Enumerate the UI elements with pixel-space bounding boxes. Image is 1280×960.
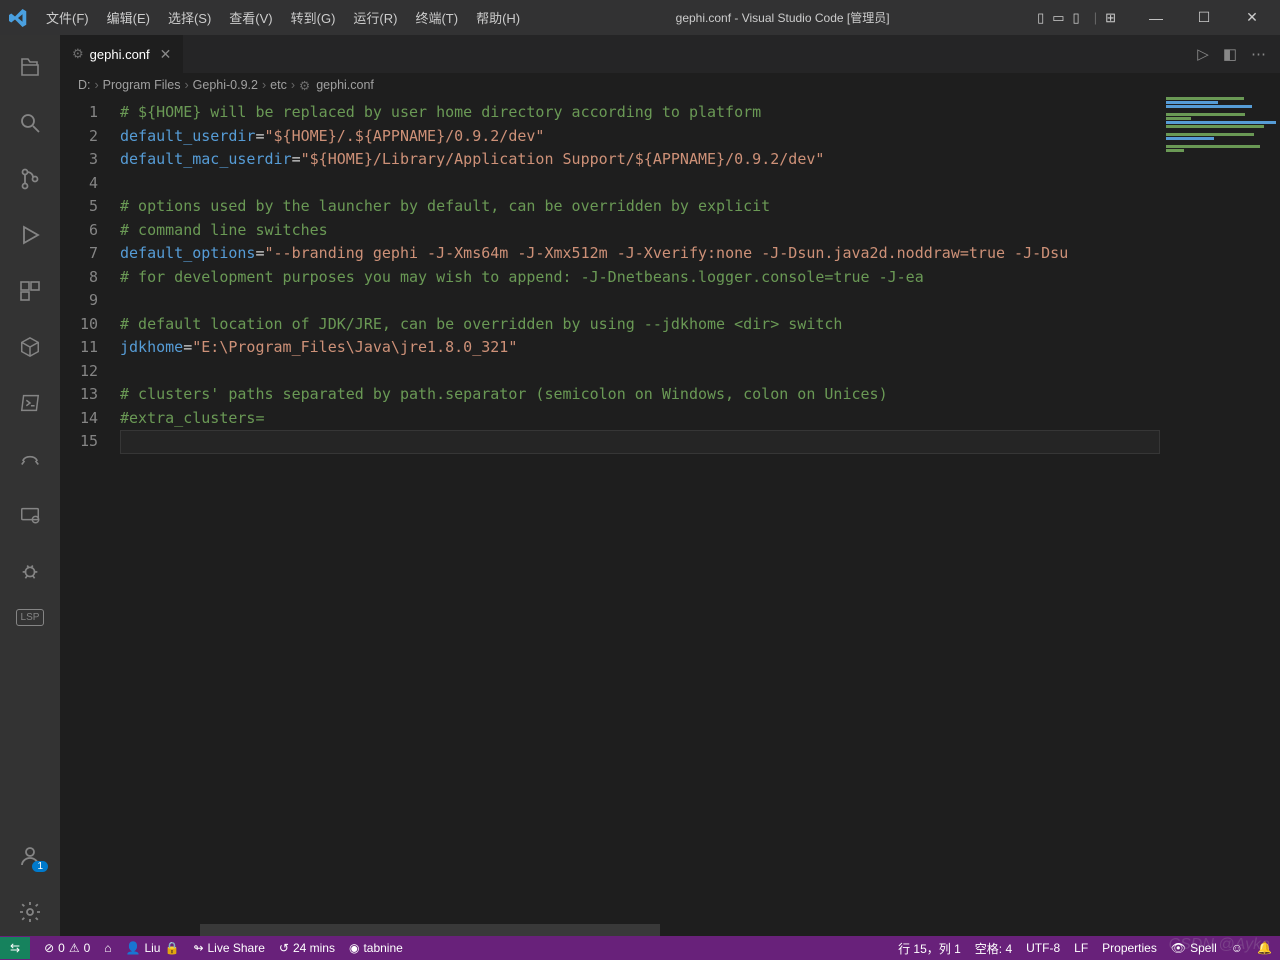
encoding[interactable]: UTF-8 xyxy=(1026,941,1060,955)
menu-selection[interactable]: 选择(S) xyxy=(160,4,219,31)
timer-indicator[interactable]: ↺24 mins xyxy=(279,941,335,955)
panel-left-icon[interactable]: ▯ xyxy=(1037,10,1044,26)
breadcrumb[interactable]: D:› Program Files› Gephi-0.9.2› etc› ⚙ g… xyxy=(60,73,1280,97)
watermark: CSDN @Ayka xyxy=(1169,936,1270,954)
language-mode[interactable]: Properties xyxy=(1102,941,1157,955)
error-icon: ⊘ xyxy=(44,941,54,955)
user-indicator[interactable]: 👤Liu 🔒 xyxy=(126,941,180,955)
panel-right-icon[interactable]: ▯ xyxy=(1073,10,1080,26)
minimize-button[interactable]: — xyxy=(1136,3,1176,33)
settings-file-icon: ⚙ xyxy=(72,46,84,62)
lsp-icon[interactable]: LSP xyxy=(16,609,45,626)
bug-icon[interactable] xyxy=(6,547,54,595)
source-control-icon[interactable] xyxy=(6,155,54,203)
menu-edit[interactable]: 编辑(E) xyxy=(99,4,158,31)
home-icon[interactable]: ⌂ xyxy=(104,941,111,955)
breadcrumb-item[interactable]: etc xyxy=(270,78,287,92)
powershell-icon[interactable] xyxy=(6,379,54,427)
split-editor-icon[interactable]: ◧ xyxy=(1223,45,1237,63)
menu-help[interactable]: 帮助(H) xyxy=(468,4,528,31)
explorer-icon[interactable] xyxy=(6,43,54,91)
indentation[interactable]: 空格: 4 xyxy=(975,940,1012,957)
editor[interactable]: 123456789101112131415 # ${HOME} will be … xyxy=(60,97,1280,936)
menu-view[interactable]: 查看(V) xyxy=(221,4,280,31)
settings-gear-icon[interactable] xyxy=(6,888,54,936)
remote-indicator[interactable]: ⇆ xyxy=(0,937,30,959)
run-icon[interactable]: ▷ xyxy=(1197,45,1209,63)
maximize-button[interactable]: ☐ xyxy=(1184,3,1224,33)
more-actions-icon[interactable]: ⋯ xyxy=(1251,45,1266,63)
panel-bottom-icon[interactable]: ▭ xyxy=(1052,10,1064,26)
minimap[interactable] xyxy=(1160,97,1280,936)
clock-icon: ↺ xyxy=(279,941,289,955)
tab-bar: ⚙ gephi.conf ✕ ▷ ◧ ⋯ xyxy=(60,35,1280,73)
breadcrumb-item[interactable]: D: xyxy=(78,78,91,92)
horizontal-scrollbar[interactable] xyxy=(200,924,660,936)
liveshare-small-icon: ↬ xyxy=(193,941,203,955)
close-tab-icon[interactable]: ✕ xyxy=(160,46,172,63)
tab-gephi-conf[interactable]: ⚙ gephi.conf ✕ xyxy=(60,35,183,73)
title-bar: 文件(F) 编辑(E) 选择(S) 查看(V) 转到(G) 运行(R) 终端(T… xyxy=(0,0,1280,35)
menu-terminal[interactable]: 终端(T) xyxy=(407,4,466,31)
remote-icon: ⇆ xyxy=(10,941,20,955)
menu-go[interactable]: 转到(G) xyxy=(283,4,344,31)
line-number-gutter: 123456789101112131415 xyxy=(60,97,120,936)
extensions-icon[interactable] xyxy=(6,267,54,315)
text-editor[interactable]: # ${HOME} will be replaced by user home … xyxy=(120,97,1160,936)
menu-run[interactable]: 运行(R) xyxy=(345,4,405,31)
activity-bar: LSP 1 xyxy=(0,35,60,936)
problems-indicator[interactable]: ⊘0 ⚠0 xyxy=(44,941,90,955)
tabnine-icon: ◉ xyxy=(349,941,359,955)
window-title: gephi.conf - Visual Studio Code [管理员] xyxy=(528,9,1037,26)
editor-group: ⚙ gephi.conf ✕ ▷ ◧ ⋯ D:› Program Files› … xyxy=(60,35,1280,936)
customize-layout-icon[interactable]: ⊞ xyxy=(1105,10,1116,26)
warning-icon: ⚠ xyxy=(69,941,80,955)
breadcrumb-item[interactable]: Gephi-0.9.2 xyxy=(193,78,258,92)
menu-file[interactable]: 文件(F) xyxy=(38,4,97,31)
layout-controls: ▯ ▭ ▯ | ⊞ xyxy=(1037,10,1116,26)
settings-file-icon: ⚙ xyxy=(299,78,310,93)
eol[interactable]: LF xyxy=(1074,941,1088,955)
close-button[interactable]: ✕ xyxy=(1232,3,1272,33)
accounts-icon[interactable]: 1 xyxy=(6,832,54,880)
liveshare-indicator[interactable]: ↬Live Share xyxy=(193,941,264,955)
remote-explorer-icon[interactable] xyxy=(6,491,54,539)
vscode-logo-icon xyxy=(8,8,28,28)
window-controls: — ☐ ✕ xyxy=(1136,3,1272,33)
search-icon[interactable] xyxy=(6,99,54,147)
package-icon[interactable] xyxy=(6,323,54,371)
tab-label: gephi.conf xyxy=(90,47,150,62)
person-icon: 👤 xyxy=(126,941,141,955)
lock-icon: 🔒 xyxy=(164,941,179,955)
tabnine-indicator[interactable]: ◉tabnine xyxy=(349,941,403,955)
cursor-position[interactable]: 行 15，列 1 xyxy=(898,940,961,957)
editor-actions: ▷ ◧ ⋯ xyxy=(1197,35,1280,73)
status-bar: ⇆ ⊘0 ⚠0 ⌂ 👤Liu 🔒 ↬Live Share ↺24 mins ◉t… xyxy=(0,936,1280,960)
run-debug-icon[interactable] xyxy=(6,211,54,259)
menu-bar: 文件(F) 编辑(E) 选择(S) 查看(V) 转到(G) 运行(R) 终端(T… xyxy=(38,4,528,31)
breadcrumb-item[interactable]: Program Files xyxy=(103,78,181,92)
liveshare-icon[interactable] xyxy=(6,435,54,483)
breadcrumb-item[interactable]: gephi.conf xyxy=(316,78,374,92)
